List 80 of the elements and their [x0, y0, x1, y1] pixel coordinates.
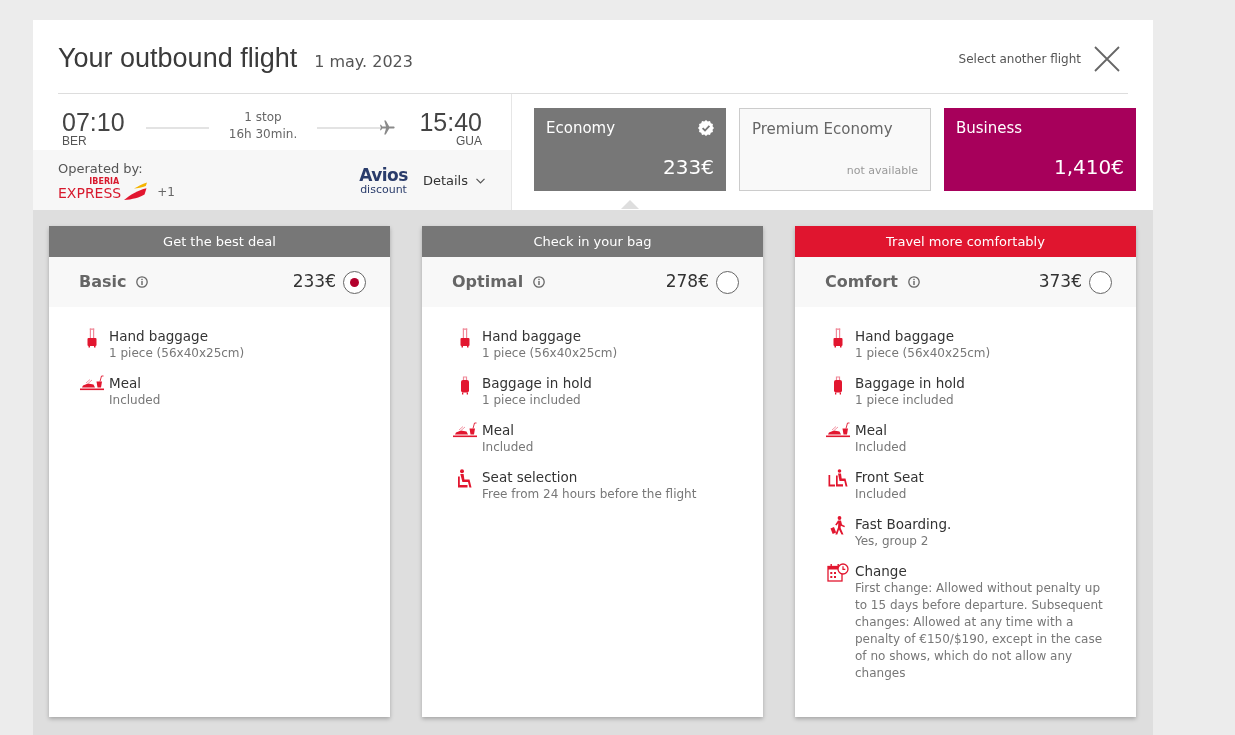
departure-airport: BER: [62, 135, 88, 148]
feature-detail: Included: [855, 486, 908, 503]
feature-title: Hand baggage: [855, 327, 955, 345]
fare-name: Optimal: [452, 271, 524, 293]
feature-title: Fast Boarding.: [855, 515, 952, 533]
radio-button[interactable]: [343, 270, 366, 294]
fare-name: Basic: [79, 271, 127, 293]
feature-detail: Free from 24 hours before the flight: [482, 486, 697, 503]
meal-tray-icon: [826, 422, 850, 438]
meal-tray-icon: [453, 422, 477, 438]
arrival-time: 15:40: [419, 110, 482, 135]
suitcase-icon: [832, 375, 844, 395]
fare-price: 233€: [292, 270, 336, 294]
feature-title: Seat selection: [482, 468, 579, 486]
suitcase-icon: [832, 328, 844, 348]
meal-tray-icon: [80, 375, 104, 391]
calendar-clock-icon: [827, 563, 849, 582]
seats-icon: [828, 469, 848, 487]
cabin-card[interactable]: Economy 233€: [534, 108, 726, 191]
cabin-note: not available: [846, 164, 918, 178]
cabin-price: 1,410€: [1054, 155, 1124, 179]
feature-detail: First change: Allowed without penalty up to 15 days before departure. Subsequent changes: Allowed at any time with a penalty of €150/$190, except in the case of no shows, which do not allow any changes: [855, 580, 1104, 682]
feature-title: Hand baggage: [482, 327, 582, 345]
radio-button[interactable]: [1089, 270, 1112, 294]
close-icon: [1094, 45, 1120, 72]
suitcase-icon: [459, 328, 471, 348]
fare-banner: Get the best deal: [49, 226, 390, 257]
chevron-down-icon: [476, 178, 485, 184]
suitcase-icon: [459, 375, 471, 395]
stops-text: 1 stop: [244, 109, 282, 126]
feature-detail: 1 piece included: [482, 392, 582, 409]
feature-title: Baggage in hold: [482, 374, 592, 392]
flight-date: 1 may. 2023: [314, 51, 413, 74]
feature-title: Front Seat: [855, 468, 924, 486]
feature-detail: 1 piece (56x40x25cm): [482, 345, 618, 362]
fare-banner: Travel more comfortably: [795, 226, 1136, 257]
feature-detail: 1 piece (56x40x25cm): [855, 345, 991, 362]
page-title: Your outbound flight: [58, 42, 298, 76]
feature-detail: 1 piece included: [855, 392, 955, 409]
cabin-card[interactable]: Business 1,410€: [944, 108, 1136, 191]
duration-text: 16h 30min.: [228, 126, 298, 143]
fare-price: 278€: [665, 270, 709, 294]
cabin-name: Premium Economy: [752, 119, 893, 139]
fare-name: Comfort: [825, 271, 898, 293]
cabin-card[interactable]: Premium Economy not available: [739, 108, 931, 191]
plane-icon: [380, 120, 396, 135]
walking-person-icon: [829, 516, 847, 535]
more-airlines-count: +1: [157, 183, 175, 200]
feature-title: Baggage in hold: [855, 374, 965, 392]
cabin-name: Economy: [546, 118, 616, 138]
feature-detail: Included: [109, 392, 161, 409]
airline-logo-name: EXPRESS: [58, 185, 122, 200]
avios-logo-caption: discount: [360, 184, 407, 195]
departure-time: 07:10: [62, 110, 125, 135]
arrival-airport: GUA: [456, 135, 482, 148]
info-icon[interactable]: [907, 276, 920, 288]
feature-title: Meal: [855, 421, 888, 439]
feature-title: Change: [855, 562, 908, 580]
avios-logo-name: Avios: [359, 167, 408, 184]
select-another-flight-button[interactable]: Select another flight: [958, 45, 1120, 72]
info-icon[interactable]: [136, 276, 149, 288]
feature-detail: Included: [482, 439, 534, 456]
cabin-name: Business: [956, 118, 1023, 138]
feature-title: Meal: [482, 421, 515, 439]
check-badge-icon: [698, 120, 714, 136]
feature-title: Meal: [109, 374, 142, 392]
radio-button[interactable]: [716, 270, 739, 294]
airline-logo-brand: IBERIA: [89, 177, 120, 186]
feature-detail: Yes, group 2: [855, 533, 930, 550]
details-button[interactable]: Details: [422, 171, 485, 191]
suitcase-icon: [86, 328, 98, 348]
info-icon[interactable]: [533, 276, 546, 288]
operated-by-label: Operated by:: [58, 160, 144, 177]
fare-price: 373€: [1038, 270, 1082, 294]
feature-detail: Included: [855, 439, 907, 456]
feature-title: Hand baggage: [109, 327, 209, 345]
fare-banner: Check in your bag: [422, 226, 763, 257]
seated-person-icon: [457, 469, 473, 488]
feature-detail: 1 piece (56x40x25cm): [109, 345, 245, 362]
cabin-price: 233€: [663, 155, 714, 179]
